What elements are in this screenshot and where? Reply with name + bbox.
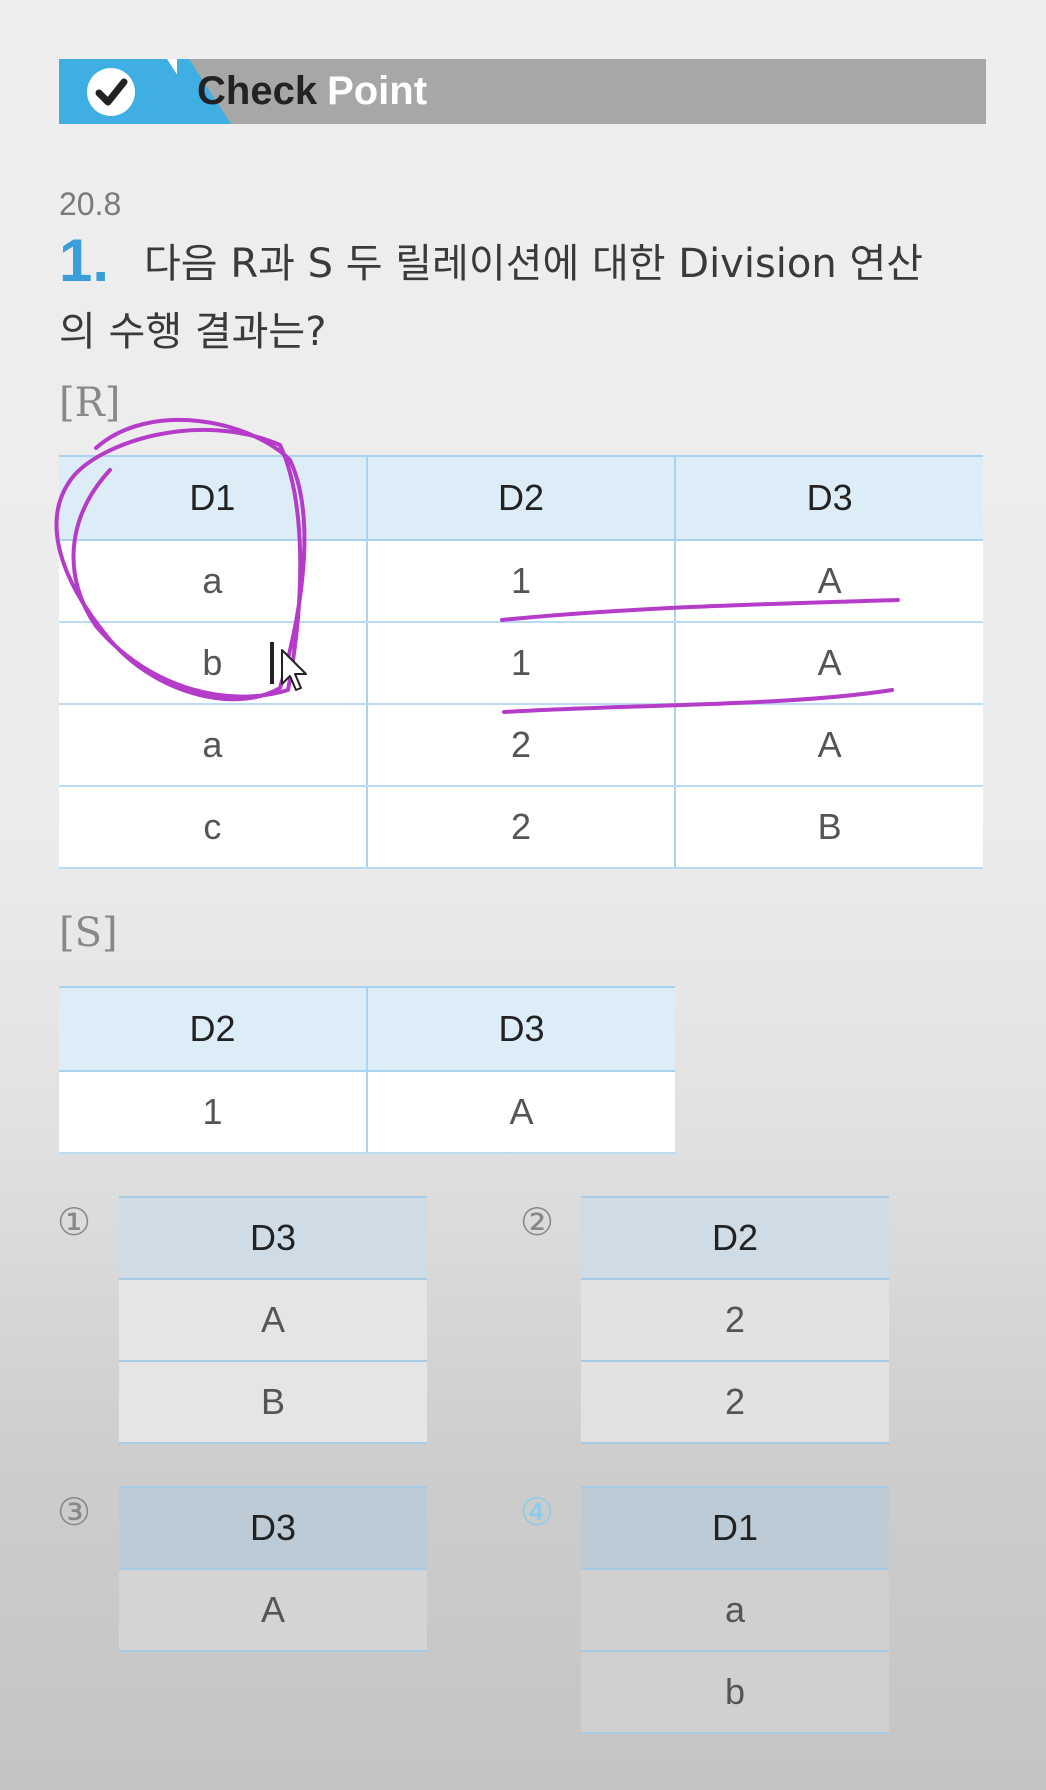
- table-cell: A: [366, 1071, 675, 1154]
- table-cell: 2: [365, 786, 676, 869]
- header-cell: D2: [581, 1196, 889, 1280]
- table-cell: 1: [365, 540, 676, 623]
- table-cell: b: [59, 622, 367, 705]
- table-row: b 1 A: [59, 622, 983, 705]
- table-row: a 2 A: [59, 704, 983, 787]
- choice-3-number[interactable]: ③: [57, 1490, 91, 1534]
- table-row: a 1 A: [59, 540, 983, 623]
- choice-1-table[interactable]: D3 A B: [119, 1196, 427, 1444]
- table-cell: A: [674, 704, 983, 787]
- table-cell: A: [674, 540, 983, 623]
- table-row: 2: [581, 1361, 889, 1444]
- table-row: A: [119, 1569, 427, 1652]
- question-number: 1.: [59, 227, 110, 294]
- table-cell: a: [581, 1569, 889, 1652]
- question-text-line2: 의 수행 결과는?: [59, 309, 327, 355]
- table-cell: 1: [59, 1071, 367, 1154]
- table-row: 1 A: [59, 1071, 675, 1154]
- table-row: c 2 B: [59, 786, 983, 869]
- choice-4-table[interactable]: D1 a b: [581, 1486, 889, 1734]
- table-row: B: [119, 1361, 427, 1444]
- choice-4-number[interactable]: ④: [520, 1490, 554, 1534]
- banner-title-check: Check: [197, 69, 318, 113]
- relation-s-label: [S]: [59, 910, 118, 956]
- table-row: 2: [581, 1279, 889, 1362]
- table-cell: b: [581, 1651, 889, 1734]
- table-row: b: [581, 1651, 889, 1734]
- choice-2-table[interactable]: D2 2 2: [581, 1196, 889, 1444]
- header-cell: D2: [59, 986, 367, 1072]
- table-cell: A: [674, 622, 983, 705]
- table-cell: 2: [581, 1361, 889, 1444]
- table-cell: 1: [365, 622, 676, 705]
- choice-1-number[interactable]: ①: [57, 1200, 91, 1244]
- table-cell: a: [59, 540, 367, 623]
- choice-3-table[interactable]: D3 A: [119, 1486, 427, 1652]
- choice-2-number[interactable]: ②: [520, 1200, 554, 1244]
- table-cell: 2: [581, 1279, 889, 1362]
- relation-r-label: [R]: [59, 380, 121, 426]
- table-cell: A: [119, 1569, 427, 1652]
- table-row: a: [581, 1569, 889, 1652]
- relation-s-table: D2 D3 1 A: [59, 986, 675, 1154]
- table-cell: a: [59, 704, 367, 787]
- check-point-banner: Check Point: [59, 59, 986, 124]
- header-cell: D3: [674, 455, 983, 541]
- question-source: 20.8: [59, 186, 122, 222]
- header-cell: D3: [119, 1196, 427, 1280]
- header-cell: D3: [119, 1486, 427, 1570]
- header-cell: D1: [581, 1486, 889, 1570]
- table-row: A: [119, 1279, 427, 1362]
- relation-r-table: D1 D2 D3 a 1 A b 1 A a 2 A c 2 B: [59, 455, 983, 869]
- question-text-line1: 다음 R과 S 두 릴레이션에 대한 Division 연산: [144, 241, 924, 287]
- header-cell: D3: [366, 986, 675, 1072]
- checkmark-icon: [87, 68, 135, 116]
- banner-title-point: Point: [327, 69, 428, 113]
- header-cell: D2: [365, 455, 676, 541]
- header-cell: D1: [59, 455, 367, 541]
- table-cell: B: [119, 1361, 427, 1444]
- table-cell: A: [119, 1279, 427, 1362]
- banner-title: Check Point: [197, 66, 427, 116]
- table-cell: 2: [365, 704, 676, 787]
- table-cell: B: [674, 786, 983, 869]
- table-cell: c: [59, 786, 367, 869]
